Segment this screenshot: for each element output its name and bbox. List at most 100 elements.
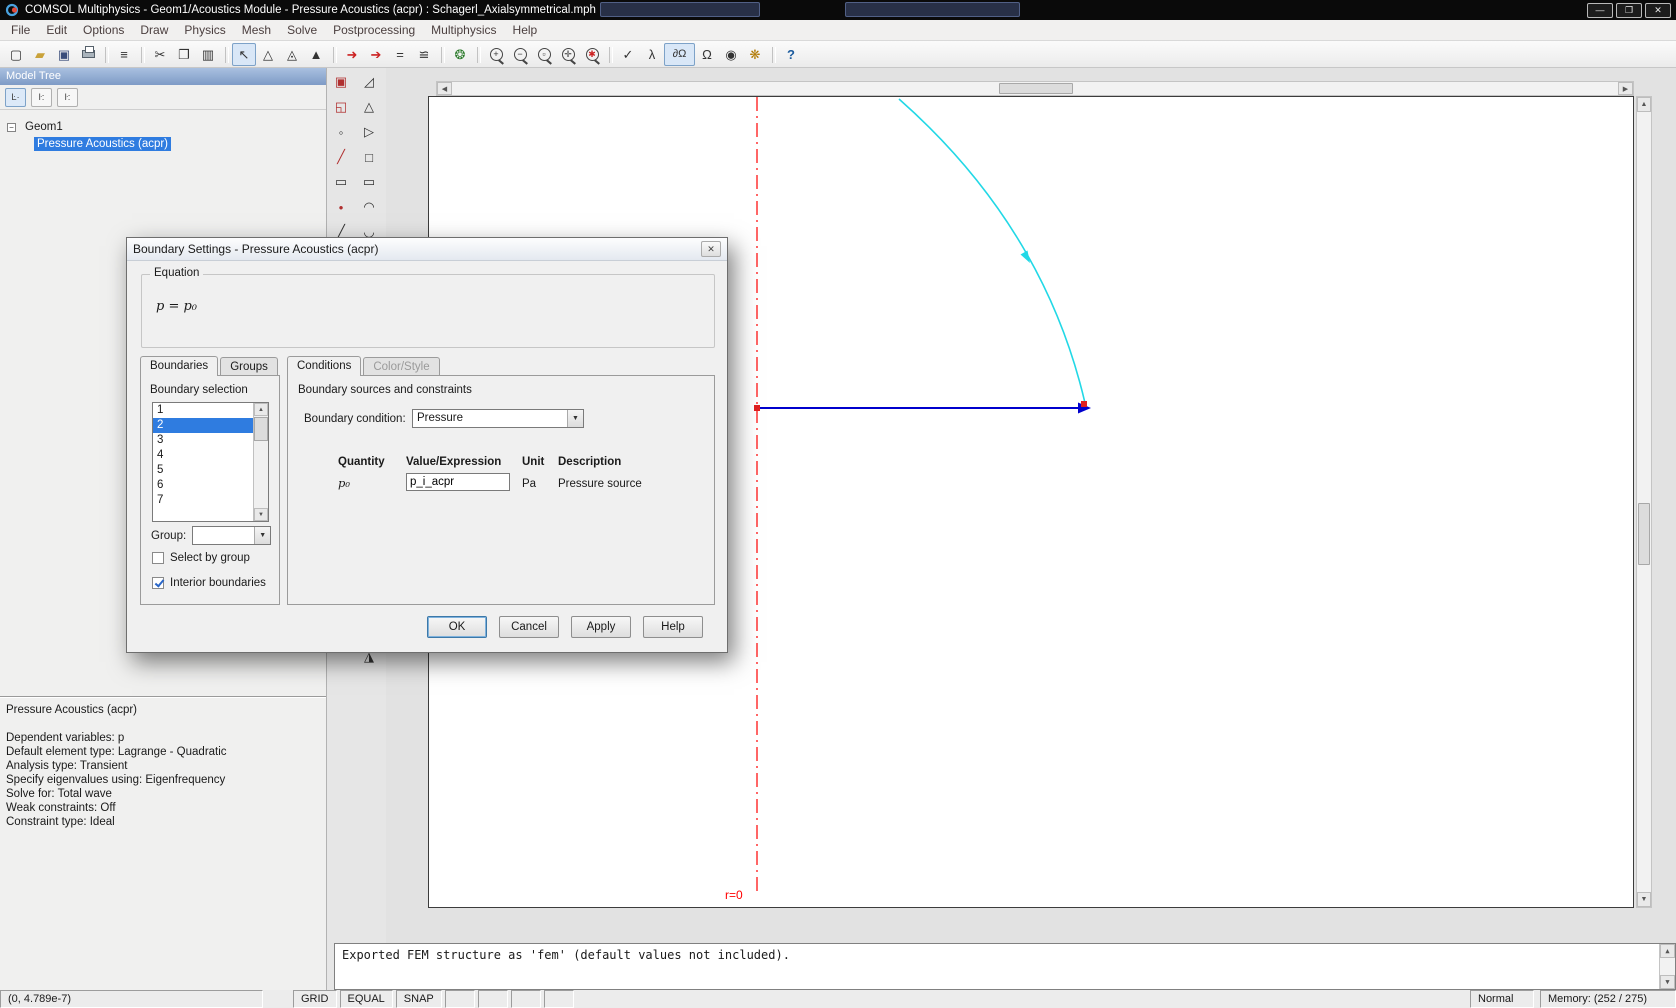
tab-groups[interactable]: Groups <box>220 357 278 377</box>
tab-color-style[interactable]: Color/Style <box>363 357 439 377</box>
cut-button[interactable]: ✂ <box>148 43 172 66</box>
tab-boundaries[interactable]: Boundaries <box>140 356 218 376</box>
scroll-left-icon[interactable]: ◀ <box>437 82 452 95</box>
collapse-icon[interactable]: − <box>7 123 16 132</box>
snap-toggle[interactable]: SNAP <box>396 990 442 1008</box>
dialog-title-bar[interactable]: Boundary Settings - Pressure Acoustics (… <box>127 238 727 261</box>
new-button[interactable]: ▢ <box>4 43 28 66</box>
zoom-out-button[interactable]: − <box>508 43 532 66</box>
draw-line-button[interactable]: ╱ <box>329 145 353 169</box>
solver-parameters-button[interactable]: ➜ <box>340 43 364 66</box>
listbox-scrollbar[interactable]: ▲ ▼ <box>253 403 268 521</box>
menu-item-help[interactable]: Help <box>505 20 546 40</box>
value-expression-input[interactable] <box>406 473 510 491</box>
scroll-up-icon[interactable]: ▲ <box>254 403 268 416</box>
draw-dot-button[interactable]: • <box>329 195 353 219</box>
square-tool-button[interactable]: □ <box>357 145 381 169</box>
solve-update-button[interactable]: ≌ <box>412 43 436 66</box>
grid-toggle[interactable]: GRID <box>293 990 337 1008</box>
postplot-button[interactable]: ◉ <box>719 43 743 66</box>
boundary-item[interactable]: 4 <box>153 448 253 463</box>
cancel-button[interactable]: Cancel <box>499 616 559 638</box>
boundary-item[interactable]: 6 <box>153 478 253 493</box>
paste-button[interactable]: ▥ <box>196 43 220 66</box>
menu-item-postprocessing[interactable]: Postprocessing <box>325 20 423 40</box>
subdomain-mode-button[interactable]: Ω <box>695 43 719 66</box>
boundary-item[interactable]: 3 <box>153 433 253 448</box>
menu-item-options[interactable]: Options <box>75 20 132 40</box>
zoom-selected-button[interactable]: ✱ <box>580 43 604 66</box>
arc-tool-button[interactable]: ◠ <box>357 195 381 219</box>
tree-view-button-3[interactable]: ŀ: <box>57 88 78 107</box>
boundary-condition-combobox[interactable]: Pressure ▼ <box>412 409 584 428</box>
eigenfrequency-button[interactable]: λ <box>640 43 664 66</box>
mesh-refine-button[interactable]: ◬ <box>280 43 304 66</box>
triangle-tool-button[interactable]: △ <box>357 95 381 119</box>
select-by-group-checkbox[interactable]: Select by group <box>152 552 250 564</box>
draw-mode-button[interactable]: ▣ <box>329 70 353 94</box>
tangent-tool-button[interactable]: ◿ <box>357 70 381 94</box>
menu-item-draw[interactable]: Draw <box>132 20 176 40</box>
horizontal-scroll-thumb[interactable] <box>999 83 1073 94</box>
plot-parameters-button[interactable]: ❂ <box>448 43 472 66</box>
boundary-item[interactable]: 2 <box>153 418 253 433</box>
equal-toggle[interactable]: EQUAL <box>340 990 393 1008</box>
solve-button[interactable]: = <box>388 43 412 66</box>
open-button[interactable]: ▰ <box>28 43 52 66</box>
curved-boundary-edge[interactable] <box>899 99 1085 403</box>
vertical-scroll-thumb[interactable] <box>1638 503 1650 565</box>
chevron-down-icon[interactable]: ▼ <box>567 410 583 427</box>
animate-button[interactable]: ❋ <box>743 43 767 66</box>
tree-node-pressure-acoustics[interactable]: Pressure Acoustics (acpr) <box>34 136 319 152</box>
boundary-item[interactable]: 1 <box>153 403 253 418</box>
canvas-vertical-scrollbar[interactable]: ▲ ▼ <box>1636 96 1652 908</box>
boundary-listbox[interactable]: 1 2 3 4 5 6 7 ▲ ▼ <box>152 402 269 522</box>
group-combobox[interactable]: ▼ <box>192 526 271 545</box>
menu-item-edit[interactable]: Edit <box>38 20 75 40</box>
copy-button[interactable]: ❐ <box>172 43 196 66</box>
minimize-button[interactable]: — <box>1587 3 1613 18</box>
zoom-extents-button[interactable]: ✛ <box>556 43 580 66</box>
dialog-close-button[interactable]: ✕ <box>701 241 721 257</box>
draw-point-button[interactable]: ◦ <box>329 120 353 144</box>
mesh-init-button[interactable]: △ <box>256 43 280 66</box>
scroll-down-icon[interactable]: ▼ <box>254 508 268 521</box>
rect-centered-tool-button[interactable]: ▭ <box>357 170 381 194</box>
scroll-down-icon[interactable]: ▼ <box>1660 975 1675 989</box>
vertex-marker[interactable] <box>1081 401 1087 407</box>
tab-conditions[interactable]: Conditions <box>287 356 361 376</box>
boundary-item[interactable]: 7 <box>153 493 253 508</box>
geometry-check-button[interactable]: ✓ <box>616 43 640 66</box>
close-button[interactable]: ✕ <box>1645 3 1671 18</box>
interior-boundaries-checkbox[interactable]: Interior boundaries <box>152 577 266 589</box>
draw-mode-partial-button[interactable]: ◱ <box>329 95 353 119</box>
scroll-down-icon[interactable]: ▼ <box>1637 892 1651 907</box>
ok-button[interactable]: OK <box>427 616 487 638</box>
boundary-mode-button[interactable]: ∂Ω <box>664 43 695 66</box>
scroll-up-icon[interactable]: ▲ <box>1637 97 1651 112</box>
model-navigator-button[interactable]: ≡ <box>112 43 136 66</box>
solver-restart-button[interactable]: ➔ <box>364 43 388 66</box>
listbox-scroll-thumb[interactable] <box>254 417 268 441</box>
menu-item-file[interactable]: File <box>3 20 38 40</box>
tree-view-button-2[interactable]: ŀ: <box>31 88 52 107</box>
menu-item-mesh[interactable]: Mesh <box>234 20 279 40</box>
tree-view-button-1[interactable]: Ŀ· <box>5 88 26 107</box>
chevron-down-icon[interactable]: ▼ <box>254 527 270 544</box>
mesh-quality-button[interactable]: ▲ <box>304 43 328 66</box>
zoom-window-button[interactable]: ▫ <box>532 43 556 66</box>
canvas-horizontal-scrollbar[interactable]: ◀ ▶ <box>436 81 1634 96</box>
select-arrow-button[interactable]: ↖ <box>232 43 256 66</box>
save-button[interactable]: ▣ <box>52 43 76 66</box>
zoom-in-button[interactable]: + <box>484 43 508 66</box>
scroll-up-icon[interactable]: ▲ <box>1660 944 1675 958</box>
log-scrollbar[interactable]: ▲ ▼ <box>1659 944 1675 989</box>
message-log[interactable]: Exported FEM structure as 'fem' (default… <box>334 943 1676 990</box>
help-button[interactable]: Help <box>643 616 703 638</box>
vertex-marker[interactable] <box>754 405 760 411</box>
polygon-tool-button[interactable]: ▷ <box>357 120 381 144</box>
restore-button[interactable]: ❐ <box>1616 3 1642 18</box>
draw-rect-button[interactable]: ▭ <box>329 170 353 194</box>
menu-item-multiphysics[interactable]: Multiphysics <box>423 20 504 40</box>
menu-item-solve[interactable]: Solve <box>279 20 325 40</box>
